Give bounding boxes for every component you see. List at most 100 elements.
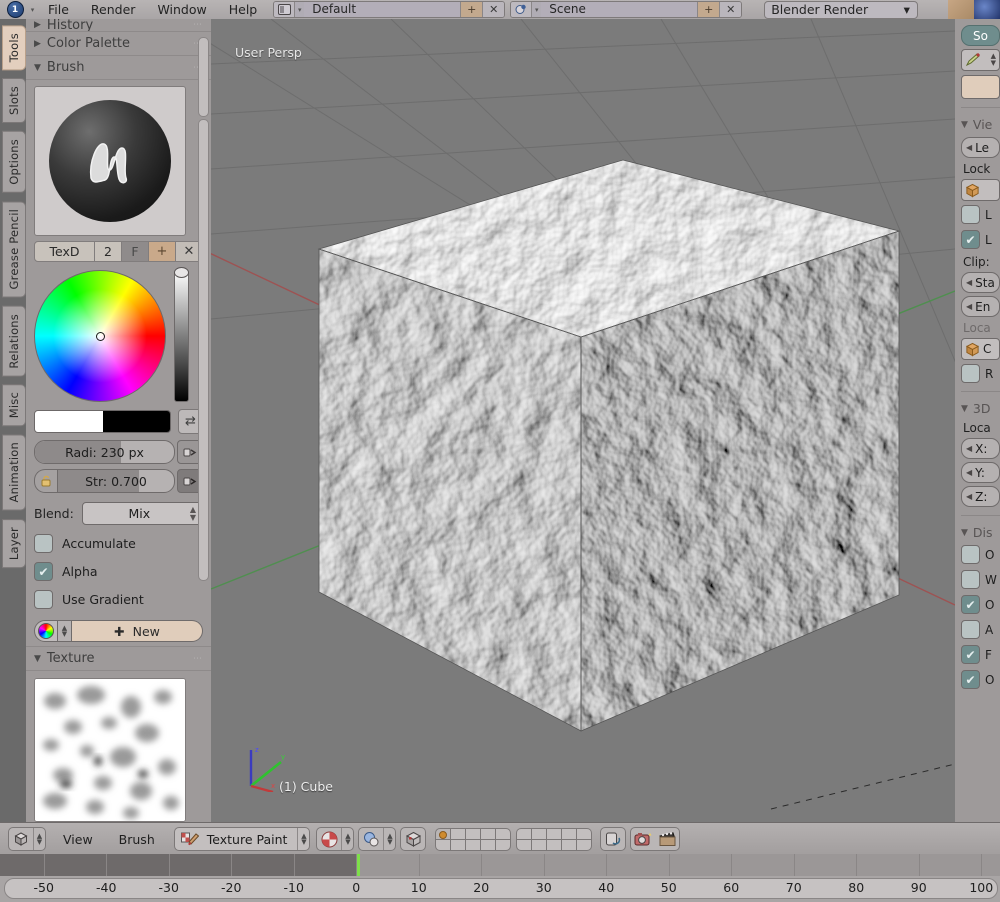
mode-selector[interactable]: Texture Paint ▲ ▼ [173,827,311,851]
color-swatches[interactable] [34,410,171,433]
manipulator-toggle[interactable] [400,827,427,851]
panel-color-palette[interactable]: ▶ Color Palette ⋯ [26,32,211,56]
menu-file[interactable]: File [37,0,80,19]
add-scene-button[interactable]: + [697,2,720,17]
chevron-left-icon[interactable]: ◀ [966,278,972,287]
layer-cell-15[interactable] [517,839,532,850]
shading-stepper[interactable]: ▲ ▼ [341,828,353,850]
chevron-left-icon[interactable]: ◀ [966,444,972,453]
chevron-down-icon[interactable]: ▾ [28,6,37,14]
brush-fake-user-toggle[interactable]: F [122,241,149,262]
layer-cell-7[interactable] [466,839,481,850]
layer-cell-2[interactable] [466,828,481,839]
clip-start-field[interactable]: ◀ Sta [961,272,1000,293]
delete-scene-button[interactable]: ✕ [719,2,742,17]
mode-stepper[interactable]: ▲ ▼ [297,828,309,850]
cursor-z-field[interactable]: ◀ Z: [961,486,1000,507]
sidebar-tab-layer[interactable]: Layer [2,518,26,568]
render-border-row[interactable]: R [961,364,1000,383]
pivot-stepper[interactable]: ▲ ▼ [383,828,395,850]
layer-cell-5[interactable] [436,839,451,850]
section-display[interactable]: ▼ Dis [961,525,1000,540]
display-item-1[interactable]: W [961,570,1000,589]
alpha-row[interactable]: ✔ Alpha [34,562,203,581]
panel-history[interactable]: ▶ History ⋯ [26,19,211,32]
brush-preview[interactable] [34,86,186,236]
shading-button[interactable]: So [961,25,1000,46]
layer-cell-19[interactable] [577,839,592,850]
lock-object-field[interactable] [961,179,1000,201]
secondary-color-swatch[interactable] [102,411,170,432]
chevron-left-icon[interactable]: ◀ [966,492,972,501]
left-panel-scrollbar[interactable] [198,37,209,117]
display-checkbox-1[interactable] [961,570,980,589]
clip-end-field[interactable]: ◀ En [961,296,1000,317]
brush-radius-slider[interactable]: Radi: 230 px [34,440,175,464]
lock-item-0[interactable]: L [961,205,1000,224]
strength-lock-icon[interactable] [34,469,57,493]
sidebar-tab-tools[interactable]: Tools [2,25,26,71]
scene-selector[interactable]: ▾ Scene + ✕ [510,1,743,18]
layer-grid-bottom[interactable] [516,827,593,851]
color-wheel-cursor[interactable] [96,332,105,341]
render-border-checkbox[interactable] [961,364,980,383]
layer-cell-11[interactable] [532,828,547,839]
use-gradient-row[interactable]: Use Gradient [34,590,203,609]
brush-pencil-selector[interactable]: ▲ ▼ [961,49,1000,71]
accumulate-row[interactable]: Accumulate [34,534,203,553]
layer-cell-16[interactable] [532,839,547,850]
brush-user-count[interactable]: 2 [95,241,122,262]
left-panel-scrollbar-thumb[interactable] [198,119,209,581]
value-slider-knob[interactable] [174,267,189,278]
delete-screen-button[interactable]: ✕ [482,2,505,17]
display-item-5[interactable]: ✔ O [961,670,1000,689]
layer-cell-12[interactable] [547,828,562,839]
render-engine-selector[interactable]: Blender Render ▾ [764,0,919,19]
brush-new-button[interactable]: + [149,241,176,262]
lens-field[interactable]: ◀ Le [961,137,1000,158]
new-texture-button[interactable]: ✚ New [72,620,203,642]
lock-checkbox-1[interactable]: ✔ [961,230,980,249]
layer-cell-0[interactable] [436,828,451,839]
sidebar-tab-relations[interactable]: Relations [2,305,26,377]
layer-cell-13[interactable] [562,828,577,839]
scene-name[interactable]: Scene [541,2,698,17]
render-animation-icon[interactable] [655,828,679,850]
use-gradient-checkbox[interactable] [34,590,53,609]
cursor-y-field[interactable]: ◀ Y: [961,462,1000,483]
lock-item-1[interactable]: ✔ L [961,230,1000,249]
chevron-left-icon[interactable]: ◀ [966,302,972,311]
sidebar-tab-misc[interactable]: Misc [2,384,26,427]
viewport-menu-brush[interactable]: Brush [106,832,168,847]
sidebar-tab-animation[interactable]: Animation [2,434,26,511]
layer-cell-18[interactable] [562,839,577,850]
display-checkbox-5[interactable]: ✔ [961,670,980,689]
layer-cell-3[interactable] [481,828,496,839]
display-checkbox-0[interactable] [961,545,980,564]
timeline-track[interactable] [0,854,1000,876]
brush-strength-slider[interactable]: Str: 0.700 [57,469,175,493]
screen-chevron-icon[interactable]: ▾ [295,6,304,14]
layer-cell-6[interactable] [451,839,466,850]
sidebar-tab-slots[interactable]: Slots [2,78,26,124]
value-slider[interactable] [174,267,189,402]
scene-chevron-icon[interactable]: ▾ [532,6,541,14]
primary-color-swatch[interactable] [35,411,103,432]
menu-render[interactable]: Render [80,0,147,19]
display-item-0[interactable]: O [961,545,1000,564]
section-3d-cursor[interactable]: ▼ 3D [961,401,1000,416]
chevron-left-icon[interactable]: ◀ [966,143,972,152]
pivot-point-selector[interactable]: ▲ ▼ [358,827,397,851]
screen-layout-name[interactable]: Default [304,2,461,17]
display-checkbox-2[interactable]: ✔ [961,595,980,614]
display-checkbox-3[interactable] [961,620,980,639]
display-item-2[interactable]: ✔ O [961,595,1000,614]
color-ramp-stepper[interactable]: ▲ ▼ [58,620,72,642]
display-item-4[interactable]: ✔ F [961,645,1000,664]
display-checkbox-4[interactable]: ✔ [961,645,980,664]
layer-cell-4[interactable] [496,828,511,839]
layer-cell-17[interactable] [547,839,562,850]
local-camera-field[interactable]: C [961,338,1000,360]
menu-window[interactable]: Window [146,0,217,19]
color-wheel[interactable] [34,270,166,402]
